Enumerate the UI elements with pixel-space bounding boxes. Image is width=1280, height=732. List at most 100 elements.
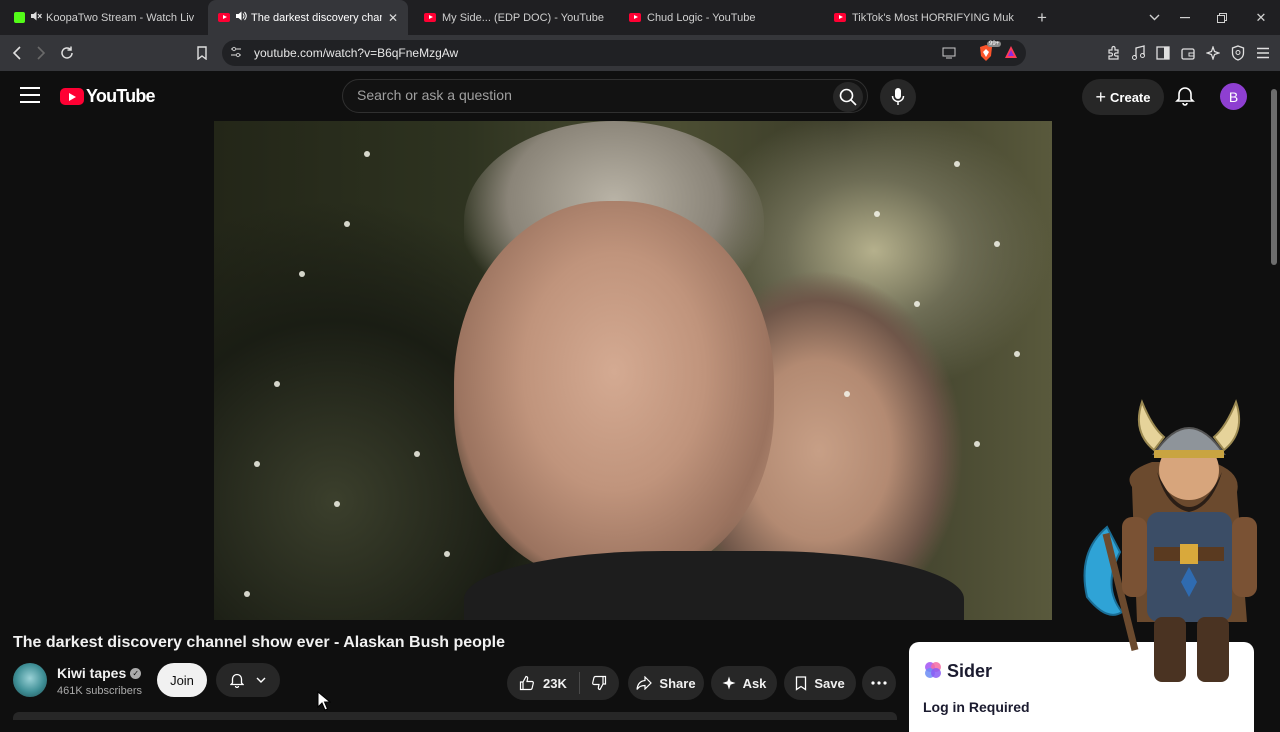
speaker-icon[interactable] [236,11,247,24]
sider-logo-icon [923,660,943,680]
subscription-notifications-button[interactable] [216,663,280,697]
browser-tab-strip: KoopaTwo Stream - Watch Live o The darke… [0,0,1280,35]
browser-toolbar: youtube.com/watch?v=B6qFneMzgAw 99+ [0,35,1280,71]
close-tab-icon[interactable]: ✕ [388,11,398,25]
kick-icon [14,12,25,23]
back-icon[interactable] [4,40,30,66]
video-frame-light [299,271,305,277]
search-input[interactable] [357,87,817,103]
like-dislike-group: 23K [507,666,619,700]
restore-icon[interactable] [1207,0,1237,35]
sparkle-icon [722,676,736,690]
tab-search-chevron-icon[interactable] [1139,0,1169,35]
tab-title: My Side... (EDP DOC) - YouTube [442,12,604,24]
youtube-play-icon [60,88,84,105]
thumbs-up-icon [519,675,535,691]
search-icon [839,88,857,106]
youtube-logo-text: YouTube [86,86,155,107]
more-actions-button[interactable] [862,666,896,700]
viking-mascot-image [1062,392,1272,692]
youtube-icon [424,13,436,22]
share-button[interactable]: Share [628,666,704,700]
menu-icon[interactable] [1253,43,1273,63]
notifications-bell-icon[interactable] [1174,84,1198,108]
chevron-down-icon [256,677,266,683]
muted-speaker-icon[interactable] [31,11,42,24]
extensions-icon[interactable] [1104,43,1124,63]
reload-icon[interactable] [54,40,80,66]
more-horizontal-icon [871,681,887,685]
channel-name-text: Kiwi tapes [57,665,126,681]
close-window-icon[interactable]: ✕ [1246,0,1276,35]
scrollbar-thumb[interactable] [1271,89,1277,265]
channel-avatar[interactable] [13,663,47,697]
ask-label: Ask [743,676,767,691]
account-avatar[interactable]: B [1220,83,1247,110]
media-controls-icon[interactable] [1128,43,1148,63]
sidebar-icon[interactable] [1153,43,1173,63]
like-button[interactable]: 23K [507,666,579,700]
share-label: Share [659,676,695,691]
page-scrollbar[interactable] [1268,71,1280,720]
video-frame-light [344,221,350,227]
wallet-icon[interactable] [1178,43,1198,63]
video-frame-light [244,591,250,597]
voice-search-button[interactable] [880,79,916,115]
plus-icon: + [1096,87,1107,108]
video-player[interactable] [214,121,1052,620]
video-frame-light [914,301,920,307]
video-frame-light [334,501,340,507]
join-button[interactable]: Join [157,663,207,697]
create-label: Create [1110,90,1150,105]
video-frame-light [874,211,880,217]
thumbs-down-icon [591,675,607,691]
video-frame-light [844,391,850,397]
leo-ai-icon[interactable] [1203,43,1223,63]
save-button[interactable]: Save [784,666,856,700]
guide-menu-icon[interactable] [20,87,40,103]
video-frame-face [454,201,774,581]
site-settings-icon[interactable] [230,46,242,61]
video-frame-light [1014,351,1020,357]
youtube-logo[interactable]: YouTube [60,86,155,107]
tab-title: The darkest discovery channe [251,12,382,24]
tab-my-side-edp-doc[interactable]: My Side... (EDP DOC) - YouTube [414,0,614,35]
tab-darkest-discovery[interactable]: The darkest discovery channe ✕ [208,0,408,35]
like-count: 23K [543,676,567,691]
youtube-icon [629,13,641,22]
address-bar[interactable]: youtube.com/watch?v=B6qFneMzgAw 99+ [222,40,1026,66]
video-frame-light [994,241,1000,247]
video-frame-light [274,381,280,387]
video-frame-light [444,551,450,557]
minimize-icon[interactable] [1170,0,1200,35]
search-box[interactable] [342,79,868,113]
ask-button[interactable]: Ask [711,666,777,700]
brave-shield-icon[interactable]: 99+ [978,44,996,62]
description-box[interactable] [13,712,897,720]
video-frame-light [414,451,420,457]
forward-icon[interactable] [28,40,54,66]
create-button[interactable]: + Create [1082,79,1164,115]
microphone-icon [891,87,905,107]
video-frame-shirt [464,551,964,620]
tab-tiktok-mukbang[interactable]: TikTok's Most HORRIFYING Mukbang [824,0,1024,35]
share-arrow-icon [636,676,652,690]
dislike-button[interactable] [579,666,619,700]
bookmark-icon[interactable] [189,40,215,66]
verified-check-icon: ✓ [130,668,141,679]
brave-rewards-icon[interactable] [1004,45,1018,64]
sider-login-status[interactable]: Log in Required [923,699,1030,715]
bookmark-save-icon [795,676,807,691]
url-text: youtube.com/watch?v=B6qFneMzgAw [254,46,458,60]
tab-chud-logic[interactable]: Chud Logic - YouTube [619,0,819,35]
tab-title: KoopaTwo Stream - Watch Live o [46,12,194,24]
cast-icon[interactable] [942,46,956,64]
brave-badge: 99+ [987,41,1001,47]
vpn-shield-icon[interactable] [1228,43,1248,63]
search-button[interactable] [833,82,863,112]
channel-name[interactable]: Kiwi tapes ✓ [57,665,141,681]
tab-koopatwo-stream[interactable]: KoopaTwo Stream - Watch Live o [4,0,204,35]
new-tab-icon[interactable]: + [1027,0,1057,35]
video-frame-light [364,151,370,157]
video-frame-light [254,461,260,467]
